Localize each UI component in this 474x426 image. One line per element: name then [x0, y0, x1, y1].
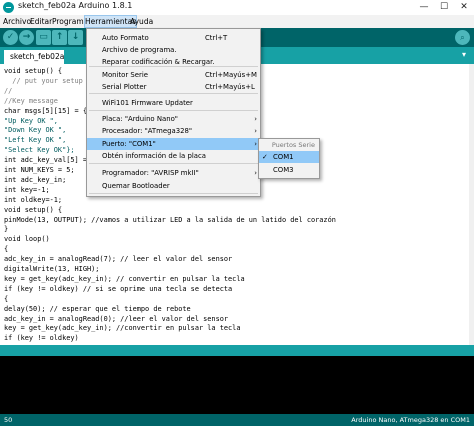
code-line: key = get_key(adc_key_in); //convertir e…: [4, 324, 241, 333]
code-line: void setup() {: [4, 67, 63, 75]
puerto-submenu: Puertos Serie ✓ COM1 COM3: [258, 138, 320, 179]
upload-button[interactable]: →: [19, 30, 34, 45]
menu-separator: [89, 110, 258, 111]
port-com1[interactable]: ✓ COM1: [259, 151, 319, 163]
menu-item-label: Obtén información de la placa: [102, 152, 206, 160]
code-line: {: [4, 245, 9, 254]
serial-monitor-icon[interactable]: ⌕: [455, 30, 470, 45]
chevron-right-icon: ›: [254, 115, 257, 123]
menu-item-label: Archivo de programa.: [102, 46, 177, 54]
menu-item-shortcut: Ctrl+Mayús+L: [205, 83, 255, 91]
code-line: {: [4, 294, 9, 303]
code-line: if (key != oldkey): [4, 334, 79, 343]
console-output: [0, 356, 474, 414]
menu-item-label: Quemar Bootloader: [102, 182, 170, 190]
tab-sketch[interactable]: sketch_feb02a §: [4, 50, 64, 75]
code-line: char msgs[5][15] = {: [4, 106, 87, 115]
menu-item-shortcut: Ctrl+T: [205, 34, 228, 42]
tab-menu-chevron-icon[interactable]: ▾: [458, 50, 470, 61]
maximize-button[interactable]: ☐: [434, 0, 454, 15]
menu-editar[interactable]: Editar: [30, 15, 52, 28]
code-line: "Select Key OK"};: [4, 146, 75, 155]
code-line: void setup() {: [4, 205, 63, 214]
code-line: "Up Key OK ",: [4, 116, 58, 125]
code-line: if (key != oldkey) // si se oprime una t…: [4, 284, 233, 293]
board-info: Arduino Nano, ATmega328 en COM1: [351, 416, 470, 424]
menu-item-6[interactable]: Placa: "Arduino Nano" ›: [87, 113, 260, 125]
menu-item-1[interactable]: Archivo de programa.: [87, 44, 260, 56]
chevron-right-icon: ›: [254, 169, 257, 177]
menu-item-10[interactable]: Programador: "AVRISP mkII" ›: [87, 167, 260, 179]
menu-archivo[interactable]: Archivo: [3, 15, 31, 28]
code-line: "Left Key OK ",: [4, 136, 67, 145]
menu-item-7[interactable]: Procesador: "ATmega328" ›: [87, 125, 260, 137]
code-line: int adc_key_in;: [4, 175, 67, 184]
port-label: COM3: [273, 166, 294, 174]
code-line: // put your setup: [4, 76, 83, 85]
menu-item-shortcut: Ctrl+Mayús+M: [205, 71, 257, 79]
code-line: key = get_key(adc_key_in); // convertir …: [4, 274, 245, 283]
open-button[interactable]: ↑: [52, 30, 67, 45]
menu-item-label: Serial Plotter: [102, 83, 147, 91]
menu-item-label: Placa: "Arduino Nano": [102, 115, 178, 123]
code-line: int adc_key_val[5] =: [4, 156, 87, 165]
menu-item-3[interactable]: Monitor Serie Ctrl+Mayús+M: [87, 69, 260, 81]
close-button[interactable]: ✕: [454, 0, 474, 15]
menu-item-8[interactable]: Puerto: "COM1" ›: [87, 138, 260, 150]
chevron-right-icon: ›: [254, 127, 257, 135]
check-icon: ✓: [262, 153, 268, 161]
code-line: delay(50); // esperar que el tiempo de r…: [4, 304, 191, 313]
line-number: 50: [4, 416, 13, 424]
menu-separator: [89, 193, 258, 194]
menu-item-4[interactable]: Serial Plotter Ctrl+Mayús+L: [87, 81, 260, 93]
message-area: [0, 345, 474, 356]
herramientas-dropdown: Auto Formato Ctrl+T Archivo de programa. Re…: [86, 28, 261, 197]
minimize-button[interactable]: —: [414, 0, 434, 15]
code-line: digitalWrite(13, HIGH);: [4, 265, 100, 273]
menu-item-label: Programador: "AVRISP mkII": [102, 169, 199, 177]
menu-item-2[interactable]: Reparar codificación & Recargar.: [87, 56, 260, 68]
window-title: sketch_feb02a Arduino 1.8.1: [18, 1, 133, 10]
menu-item-5[interactable]: WiFi101 Firmware Updater: [87, 97, 260, 109]
menu-item-0[interactable]: Auto Formato Ctrl+T: [87, 32, 260, 44]
code-line: "Down Key OK ",: [4, 126, 67, 135]
menu-item-label: Monitor Serie: [102, 71, 148, 79]
title-bar: sketch_feb02a Arduino 1.8.1 — ☐ ✕: [0, 0, 474, 15]
verify-button[interactable]: ✓: [3, 30, 18, 45]
code-line: int key=-1;: [4, 185, 50, 194]
menu-item-9[interactable]: Obtén información de la placa: [87, 150, 260, 162]
code-line: adc_key_in = analogRead(7); // leer el v…: [4, 255, 233, 264]
save-button[interactable]: ↓: [68, 30, 83, 45]
menu-programa[interactable]: Programa: [52, 15, 88, 28]
menu-item-label: WiFi101 Firmware Updater: [102, 99, 193, 107]
code-line: int NUM_KEYS = 5;: [4, 166, 75, 174]
menu-item-label: Puerto: "COM1": [102, 140, 156, 148]
code-line: pinMode(13, OUTPUT); //vamos a utilizar …: [4, 215, 336, 224]
menu-bar: Archivo Editar Programa Herramientas Ayu…: [0, 15, 474, 28]
code-line: }: [4, 225, 9, 234]
menu-item-label: Reparar codificación & Recargar.: [102, 58, 215, 66]
menu-item-label: Auto Formato: [102, 34, 149, 42]
menu-item-label: Procesador: "ATmega328": [102, 127, 193, 135]
code-line: void loop(): [4, 235, 50, 244]
status-bar: 50 Arduino Nano, ATmega328 en COM1: [0, 414, 474, 426]
port-com3[interactable]: COM3: [259, 164, 319, 176]
menu-ayuda[interactable]: Ayuda: [130, 15, 153, 28]
chevron-right-icon: ›: [254, 140, 257, 148]
port-label: COM1: [273, 153, 294, 161]
arduino-logo-icon: [3, 2, 14, 13]
new-button[interactable]: ▭: [36, 30, 51, 45]
editor-scrollbar[interactable]: [469, 64, 474, 345]
code-line: //: [4, 86, 13, 95]
menu-item-11[interactable]: Quemar Bootloader: [87, 180, 260, 192]
code-line: //Key message: [4, 96, 58, 105]
menu-separator: [89, 163, 258, 164]
code-line: int oldkey=-1;: [4, 195, 63, 204]
submenu-header: Puertos Serie: [271, 141, 315, 149]
code-line: adc_key_in = analogRead(0); //leer el va…: [4, 314, 229, 323]
menu-separator: [89, 93, 258, 94]
